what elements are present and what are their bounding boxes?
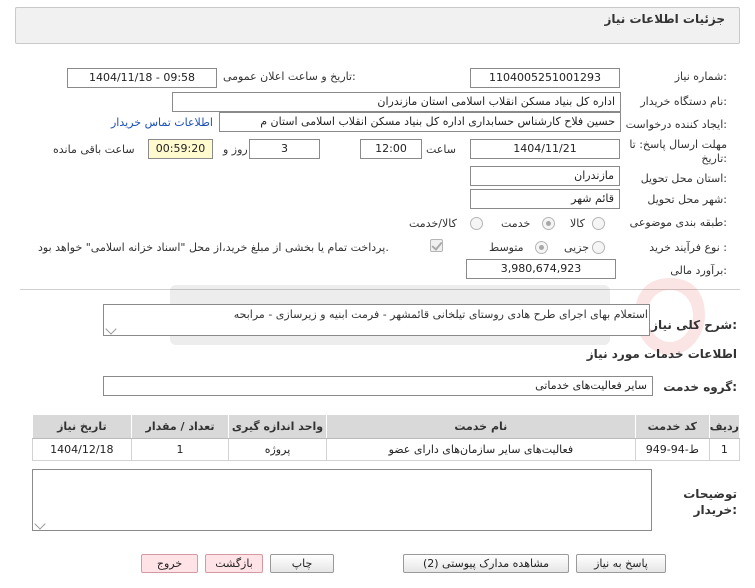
print-button[interactable]: چاپ	[270, 554, 334, 573]
deadline-time-field: 12:00	[360, 139, 422, 159]
reply-button[interactable]: پاسخ به نیاز	[576, 554, 666, 573]
cell-quantity: 1	[130, 438, 230, 461]
process-label: نوع فرآیند خرید :	[649, 241, 727, 254]
cell-unit: پروژه	[228, 438, 327, 461]
days-label: روز و	[223, 143, 248, 156]
back-button[interactable]: بازگشت	[205, 554, 263, 573]
cell-service-name: فعالیت‌های سایر سازمان‌های دارای عضو	[325, 438, 636, 461]
category-option-goods: کالا	[570, 217, 585, 230]
time-label: ساعت	[426, 143, 456, 156]
cell-row: 1	[708, 438, 741, 461]
category-option-goods-service: کالا/خدمت	[409, 217, 457, 230]
service-group-label: گروه خدمت:	[663, 380, 737, 394]
col-need-date: تاریخ نیاز	[32, 414, 132, 439]
deadline-date-field: 1404/11/21	[470, 139, 620, 159]
services-table: تاریخ نیاز تعداد / مقدار واحد اندازه گیر…	[32, 414, 741, 461]
service-group-field: سایر فعالیت‌های خدماتی	[103, 376, 653, 396]
treasury-checkbox[interactable]	[430, 239, 443, 252]
services-section-title: اطلاعات خدمات مورد نیاز	[586, 347, 737, 361]
cell-need-date: 1404/12/18	[32, 438, 132, 461]
announce-label: تاریخ و ساعت اعلان عمومی:	[223, 70, 356, 83]
col-service-code: کد خدمت	[634, 414, 710, 439]
cell-service-code: ط-94-949	[634, 438, 710, 461]
creator-label: ایجاد کننده درخواست:	[625, 118, 727, 131]
category-radio-goods[interactable]	[592, 217, 605, 230]
buyer-notes-textarea[interactable]	[32, 469, 652, 531]
process-radio-minor[interactable]	[592, 241, 605, 254]
announce-field: 1404/11/18 - 09:58	[67, 68, 217, 88]
buyer-notes-label-1: توضیحات	[683, 487, 737, 501]
summary-text: استعلام بهای اجرای طرح هادی روستای تیلخا…	[233, 308, 648, 321]
page-title: جزئیات اطلاعات نیاز	[604, 12, 725, 26]
exit-button[interactable]: خروج	[141, 554, 198, 573]
province-label: استان محل تحویل:	[640, 172, 727, 185]
process-option-minor: جزیی	[564, 241, 590, 254]
col-unit: واحد اندازه گیری	[228, 414, 327, 439]
table-row[interactable]: 1404/12/18 1 پروژه فعالیت‌های سایر سازما…	[32, 438, 741, 461]
creator-field: حسین فلاح کارشناس حسابداری اداره کل بنیا…	[219, 112, 621, 132]
deadline-label: مهلت ارسال پاسخ: تا	[629, 138, 727, 151]
days-field: 3	[249, 139, 320, 159]
buyer-contact-link[interactable]: اطلاعات تماس خریدار	[111, 116, 213, 129]
process-radio-medium[interactable]	[535, 241, 548, 254]
summary-label: شرح کلی نیاز:	[651, 318, 737, 332]
province-field: مازندران	[470, 166, 620, 186]
col-quantity: تعداد / مقدار	[130, 414, 230, 439]
category-radio-service[interactable]	[542, 217, 555, 230]
col-row: ردیف	[708, 414, 741, 439]
attachments-button[interactable]: مشاهده مدارک پیوستی (2)	[403, 554, 569, 573]
remaining-time-field: 00:59:20	[148, 139, 213, 159]
need-number-field: 1104005251001293	[470, 68, 620, 88]
city-field: قائم شهر	[470, 189, 620, 209]
payment-note: پرداخت تمام یا بخشی از مبلغ خرید،از محل …	[38, 241, 389, 254]
city-label: شهر محل تحویل:	[647, 193, 727, 206]
category-radio-goods-service[interactable]	[470, 217, 483, 230]
buyer-org-label: نام دستگاه خریدار:	[640, 95, 727, 108]
buyer-notes-label-2: خریدار:	[693, 503, 737, 517]
category-option-service: خدمت	[501, 217, 531, 230]
deadline-date-label: تاریخ:	[701, 152, 727, 165]
category-label: طبقه بندی موضوعی:	[629, 216, 727, 229]
remaining-label: ساعت باقی مانده	[53, 143, 135, 156]
col-service-name: نام خدمت	[325, 414, 636, 439]
process-option-medium: متوسط	[489, 241, 524, 254]
buyer-org-field: اداره کل بنیاد مسکن انقلاب اسلامی استان …	[172, 92, 621, 112]
need-number-label: شماره نیاز:	[674, 70, 727, 83]
